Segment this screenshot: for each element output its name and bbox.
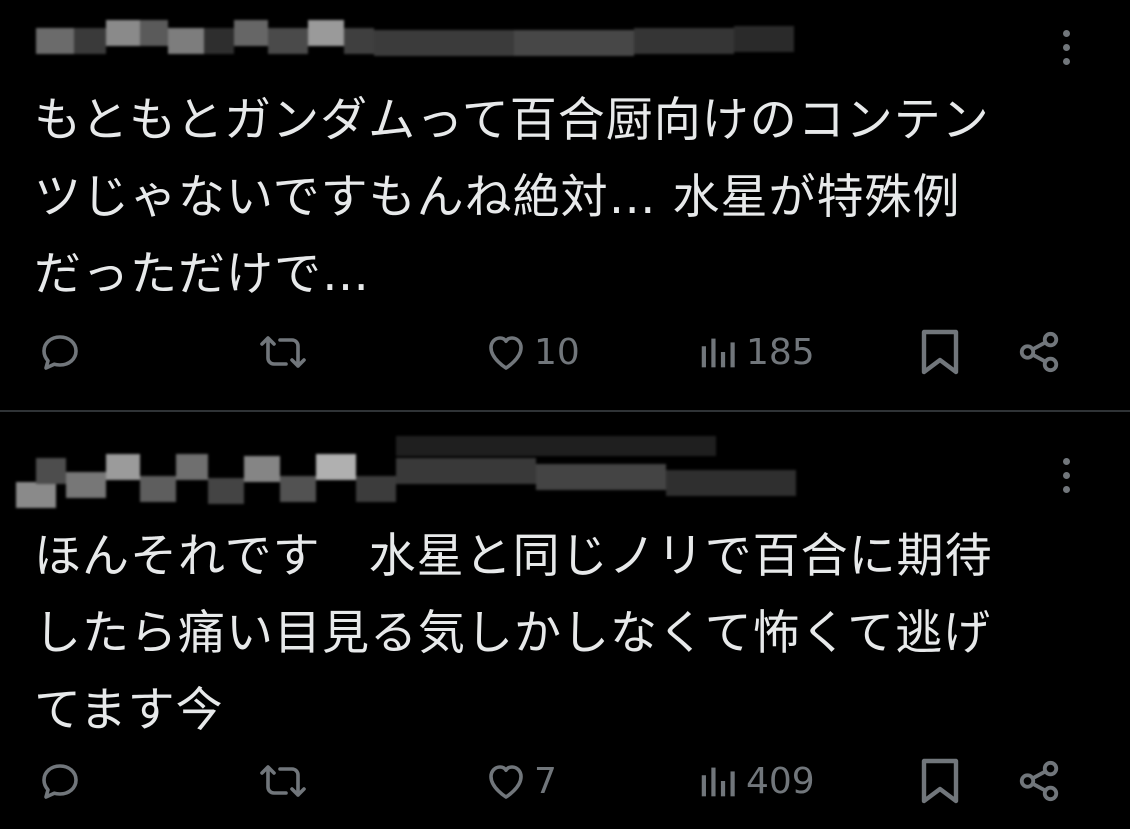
more-options-button[interactable] <box>1060 458 1072 493</box>
views-count: 409 <box>746 760 815 802</box>
more-vertical-icon <box>1062 30 1070 37</box>
heart-icon <box>489 765 523 799</box>
views-chart-icon <box>701 767 735 797</box>
repost-button[interactable] <box>256 751 310 811</box>
bookmark-icon <box>921 329 959 375</box>
share-button[interactable] <box>1016 751 1062 811</box>
like-button[interactable]: 10 <box>482 322 580 382</box>
bookmark-icon <box>921 758 959 804</box>
share-icon <box>1019 760 1059 802</box>
bookmark-button[interactable] <box>918 751 962 811</box>
repost-icon <box>260 765 306 797</box>
like-count: 10 <box>534 331 580 373</box>
like-button[interactable]: 7 <box>482 751 557 811</box>
reply-button[interactable] <box>36 751 84 811</box>
views-count: 185 <box>746 331 815 373</box>
action-bar: 7 409 <box>0 751 1130 811</box>
views-chart-icon <box>701 338 735 368</box>
heart-icon <box>489 336 523 370</box>
reply-icon <box>42 335 78 370</box>
share-button[interactable] <box>1016 322 1062 382</box>
views-button[interactable]: 185 <box>696 322 815 382</box>
share-icon <box>1019 331 1059 373</box>
bookmark-button[interactable] <box>918 322 962 382</box>
more-vertical-icon <box>1062 458 1070 465</box>
more-options-button[interactable] <box>1060 30 1072 65</box>
post-2[interactable]: ほんそれです 水星と同じノリで百合に期待 したら痛い目見る気しかしなくて怖くて逃… <box>0 412 1130 829</box>
like-count: 7 <box>534 760 557 802</box>
repost-button[interactable] <box>256 322 310 382</box>
views-button[interactable]: 409 <box>696 751 815 811</box>
post-text: もともとガンダムって百合厨向けのコンテン ツじゃないですもんね絶対… 水星が特殊… <box>34 93 990 302</box>
author-header-obscured <box>16 436 796 510</box>
reply-icon <box>42 764 78 799</box>
post-1[interactable]: もともとガンダムって百合厨向けのコンテン ツじゃないですもんね絶対… 水星が特殊… <box>0 0 1130 410</box>
author-header-obscured <box>36 20 796 72</box>
reply-button[interactable] <box>36 322 84 382</box>
action-bar: 10 185 <box>0 322 1130 382</box>
post-text: ほんそれです 水星と同じノリで百合に期待 したら痛い目見る気しかしなくて怖くて逃… <box>34 529 993 738</box>
repost-icon <box>260 336 306 368</box>
